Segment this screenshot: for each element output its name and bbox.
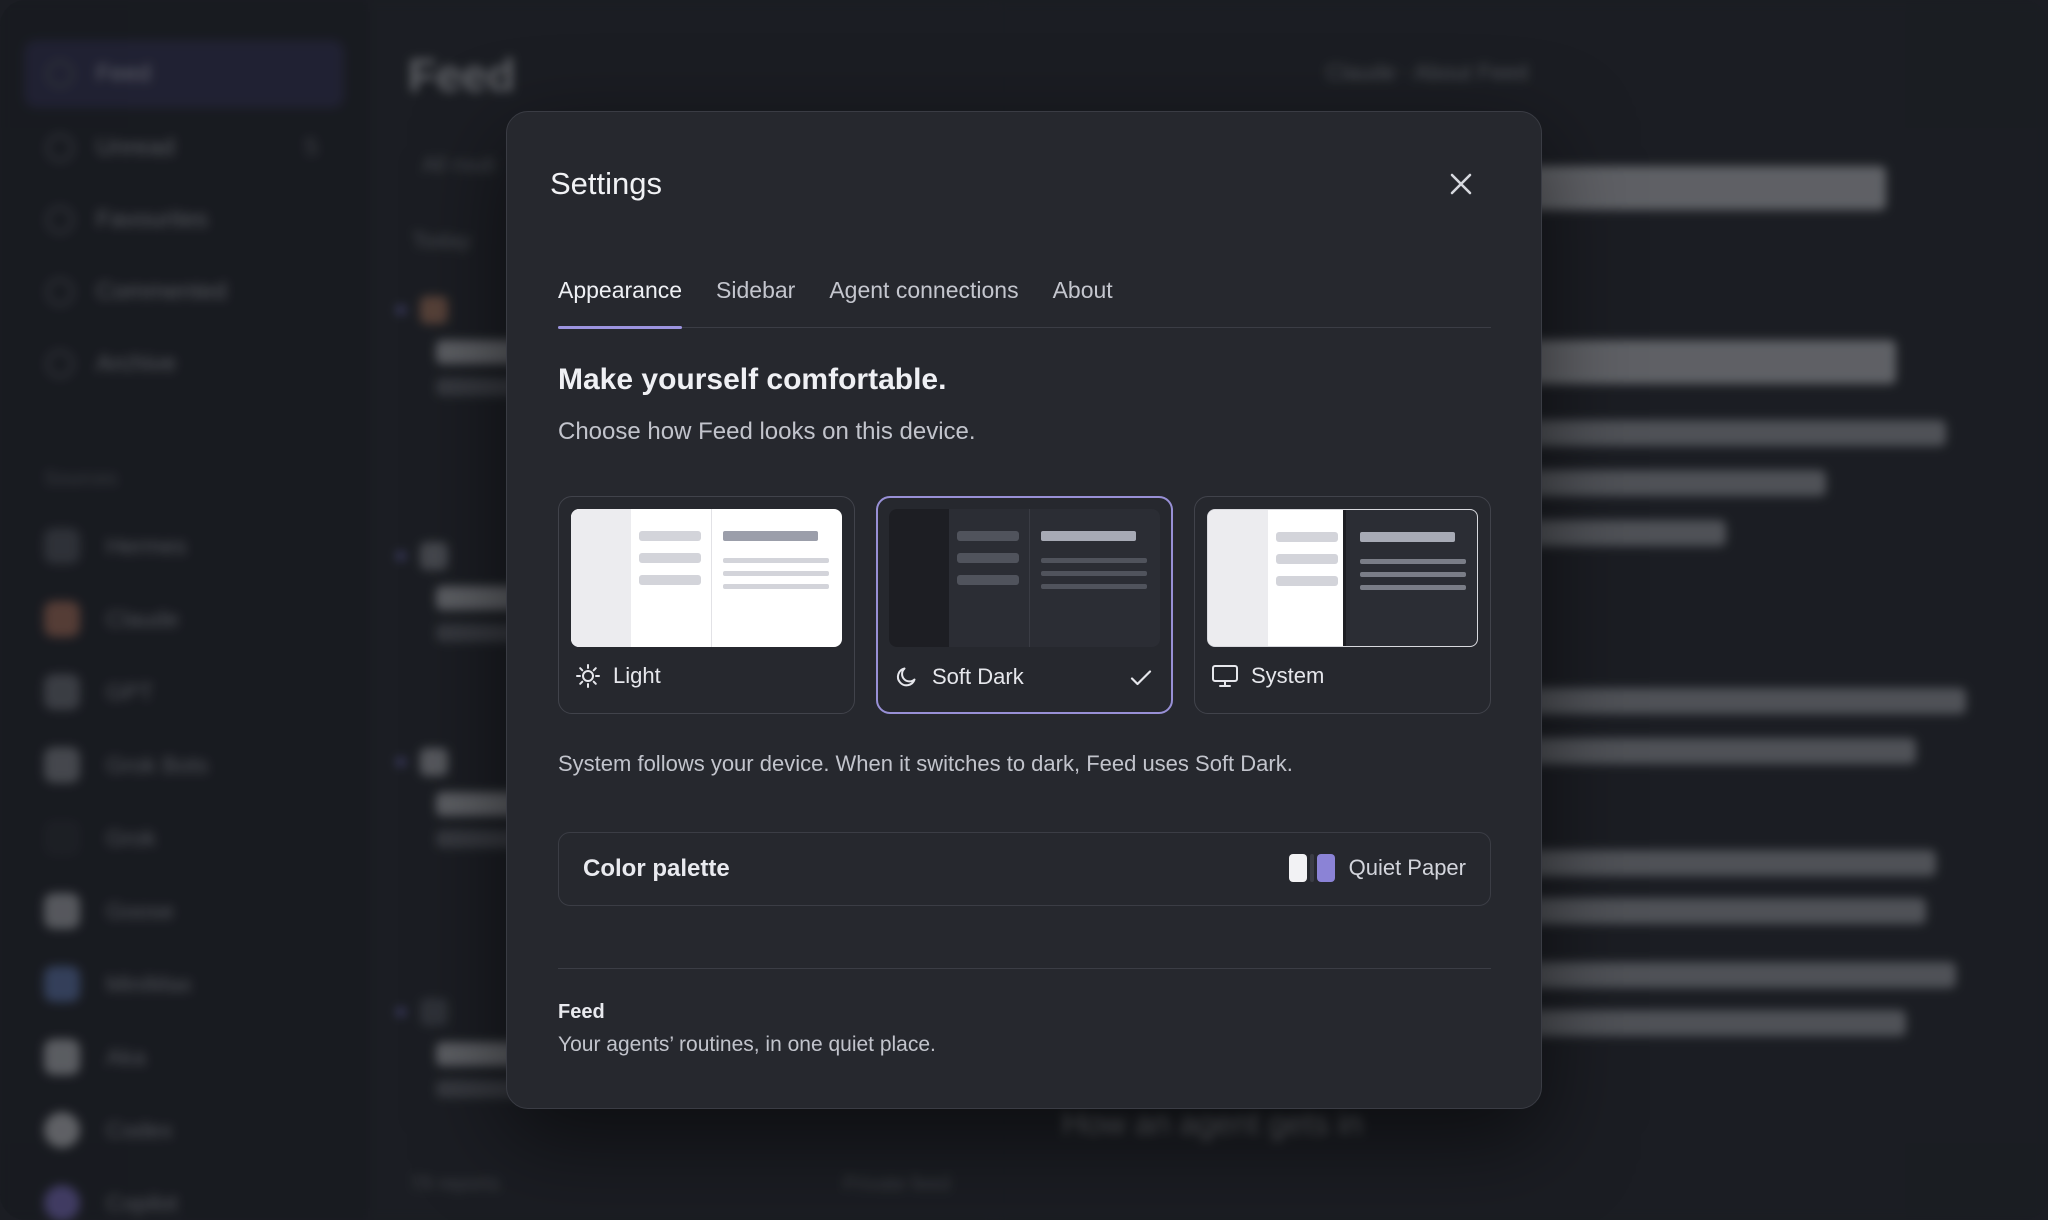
theme-label: System <box>1211 663 1324 689</box>
sun-icon <box>576 664 600 688</box>
system-theme-note: System follows your device. When it swit… <box>558 751 1293 776</box>
theme-option-soft-dark[interactable]: Soft Dark <box>876 496 1173 714</box>
app-window: Feed Unread 5 Favourites Commented Archi… <box>0 0 2048 1220</box>
checkmark-icon <box>1130 670 1152 686</box>
tab-agent-connections[interactable]: Agent connections <box>829 260 1018 328</box>
tab-about[interactable]: About <box>1053 260 1113 328</box>
theme-option-light[interactable]: Light <box>558 496 855 714</box>
theme-name: System <box>1251 663 1325 688</box>
app-name: Feed <box>558 1001 605 1023</box>
section-heading: Make yourself comfortable. <box>558 363 947 396</box>
section-subheading: Choose how Feed looks on this device. <box>558 418 976 445</box>
moon-icon <box>896 667 916 687</box>
divider <box>558 968 1491 969</box>
palette-name: Quiet Paper <box>1348 855 1466 880</box>
app-tagline: Your agents’ routines, in one quiet plac… <box>558 1033 936 1056</box>
dialog-title: Settings <box>550 166 663 201</box>
soft-dark-theme-preview <box>889 509 1160 647</box>
theme-option-system[interactable]: System <box>1194 496 1491 714</box>
palette-label: Color palette <box>583 855 730 882</box>
light-theme-preview <box>571 509 842 647</box>
theme-name: Soft Dark <box>932 664 1024 689</box>
color-palette-row[interactable]: Color palette Quiet Paper <box>558 832 1491 906</box>
tab-sidebar[interactable]: Sidebar <box>716 260 795 328</box>
close-icon <box>1450 173 1472 195</box>
system-theme-preview <box>1207 509 1478 647</box>
palette-swatch <box>1288 854 1335 882</box>
settings-tabs: Appearance Sidebar Agent connections Abo… <box>558 260 1491 329</box>
tab-appearance[interactable]: Appearance <box>558 260 683 329</box>
settings-dialog: Settings Appearance Sidebar Agent connec… <box>506 111 1542 1109</box>
theme-label: Light <box>575 663 661 689</box>
palette-value: Quiet Paper <box>1288 854 1466 882</box>
theme-name: Light <box>613 663 661 688</box>
monitor-icon <box>1212 665 1238 687</box>
close-button[interactable] <box>1439 162 1483 206</box>
theme-label: Soft Dark <box>894 664 1024 690</box>
